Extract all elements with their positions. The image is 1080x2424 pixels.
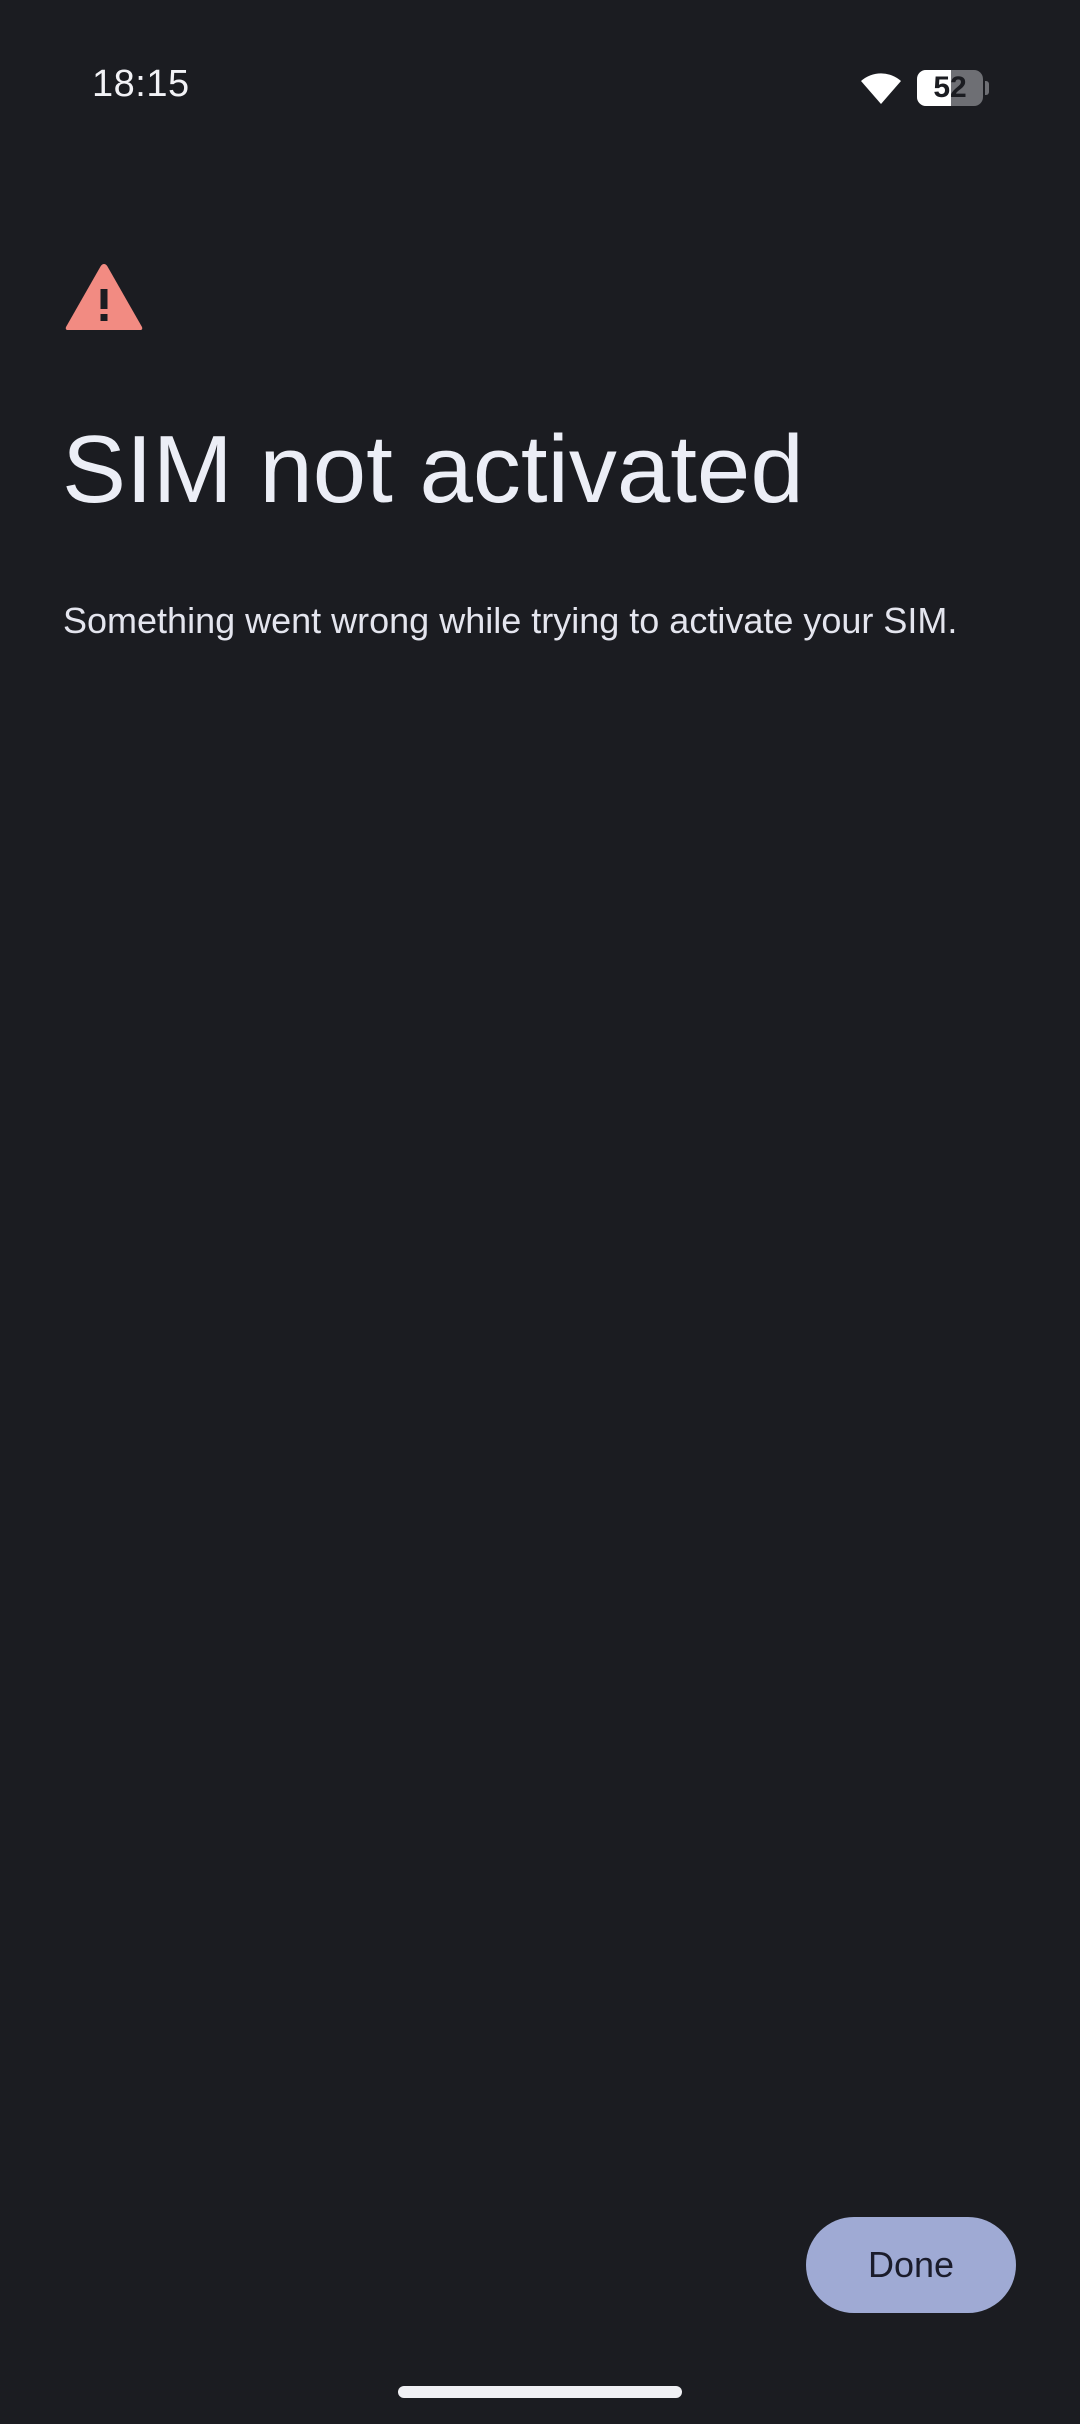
sim-activation-error-screen: 18:15 52 SIM not activated Something wen… — [0, 0, 1080, 2424]
warning-triangle-icon — [65, 264, 143, 330]
status-bar: 18:15 52 — [0, 0, 1080, 150]
battery-body: 52 — [917, 70, 983, 106]
battery-icon: 52 — [917, 70, 989, 106]
page-title: SIM not activated — [62, 416, 804, 523]
home-indicator[interactable] — [398, 2386, 682, 2398]
done-button[interactable]: Done — [806, 2217, 1016, 2313]
wifi-icon — [861, 73, 901, 104]
status-time: 18:15 — [92, 63, 190, 105]
battery-cap — [985, 81, 989, 95]
battery-level: 52 — [933, 71, 967, 104]
error-message: Something went wrong while trying to act… — [63, 600, 958, 641]
